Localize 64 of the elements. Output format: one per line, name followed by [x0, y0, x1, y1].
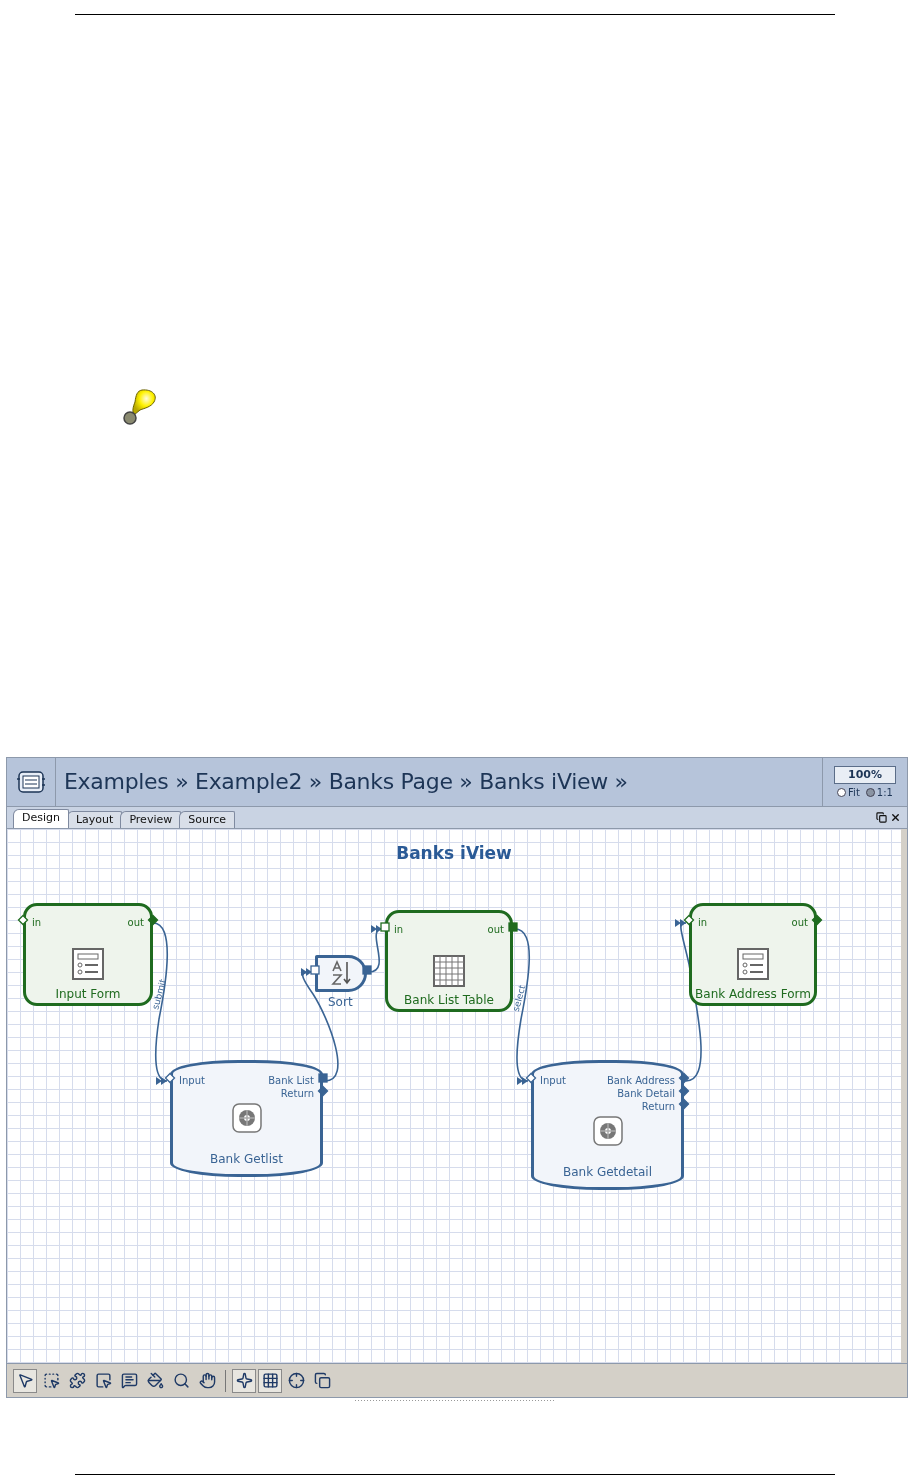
- form-icon: [72, 947, 104, 980]
- service-icon: [592, 1115, 623, 1146]
- square-port-icon[interactable]: [318, 1072, 328, 1083]
- diamond-port-icon[interactable]: [18, 914, 28, 925]
- table-node[interactable]: in out Bank List Table: [385, 909, 513, 1012]
- grid-icon[interactable]: [258, 1368, 282, 1393]
- diamond-port-icon[interactable]: [165, 1072, 175, 1083]
- diamond-port-icon[interactable]: [679, 1098, 689, 1109]
- canvas-title: Banks iView: [396, 842, 512, 863]
- form-icon[interactable]: [16, 770, 46, 793]
- close-icon[interactable]: [890, 811, 901, 823]
- breadcrumb: Examples » Example2 » Banks Page » Banks iView »: [63, 768, 629, 797]
- port-label: Return: [641, 1100, 675, 1112]
- diamond-port-icon[interactable]: [148, 914, 158, 925]
- port-label: Bank List: [268, 1074, 314, 1086]
- sort-icon: [330, 959, 352, 986]
- node-label: Bank Getdetail: [562, 1164, 653, 1179]
- diamond-port-icon[interactable]: [526, 1072, 536, 1083]
- port-label: Bank Detail: [617, 1087, 675, 1099]
- tab[interactable]: Design: [13, 808, 69, 828]
- port-label: in: [32, 916, 42, 928]
- diamond-port-icon[interactable]: [318, 1085, 328, 1096]
- port-label: Bank Address: [606, 1074, 675, 1086]
- diamond-port-icon[interactable]: [679, 1085, 689, 1096]
- form-node[interactable]: in out Bank Address Form: [689, 902, 817, 1006]
- sparkle-icon[interactable]: [232, 1368, 256, 1393]
- form-node[interactable]: in out Input Form: [23, 902, 153, 1006]
- square-port-icon[interactable]: [310, 965, 320, 976]
- sort-node[interactable]: [315, 954, 367, 992]
- restore-icon[interactable]: [876, 811, 887, 823]
- port-label: out: [127, 916, 144, 928]
- service-icon: [231, 1102, 262, 1133]
- pointer-icon[interactable]: [13, 1368, 37, 1393]
- tab[interactable]: Layout: [67, 810, 123, 828]
- node-label: Bank Address Form: [695, 986, 811, 1001]
- node-label: Bank Getlist: [210, 1151, 283, 1166]
- form-icon: [737, 947, 769, 980]
- zoom-mode-radio[interactable]: 1:1: [865, 786, 893, 798]
- tab[interactable]: Preview: [120, 810, 182, 828]
- connector-label: submit: [150, 977, 168, 1011]
- service-node[interactable]: Input Bank Address Bank Detail Return Bank Getdetail: [531, 1059, 684, 1190]
- diamond-port-icon[interactable]: [679, 1072, 689, 1083]
- zoom-mode-radio[interactable]: Fit: [837, 786, 860, 798]
- port-label: Input: [540, 1074, 566, 1086]
- square-port-icon[interactable]: [380, 921, 390, 932]
- node-label: Input Form: [55, 986, 121, 1001]
- connector-label: select: [510, 983, 528, 1013]
- square-port-icon[interactable]: [508, 921, 518, 932]
- port-label: out: [487, 923, 504, 935]
- port-label: in: [698, 916, 708, 928]
- port-label: out: [791, 916, 808, 928]
- node-label: Bank List Table: [404, 992, 494, 1007]
- port-label: Input: [179, 1074, 205, 1086]
- table-icon: [433, 954, 465, 987]
- resize-grip-icon[interactable]: [355, 1399, 555, 1402]
- zoom-field[interactable]: 100%: [834, 765, 896, 784]
- port-label: Return: [280, 1087, 314, 1099]
- tab[interactable]: Source: [179, 810, 235, 828]
- diamond-port-icon[interactable]: [684, 914, 694, 925]
- diamond-port-icon[interactable]: [812, 914, 822, 925]
- square-port-icon[interactable]: [362, 965, 372, 976]
- port-label: in: [394, 923, 404, 935]
- node-label: Sort: [328, 994, 353, 1009]
- service-node[interactable]: Input Bank List Return Bank Getlist: [170, 1059, 323, 1177]
